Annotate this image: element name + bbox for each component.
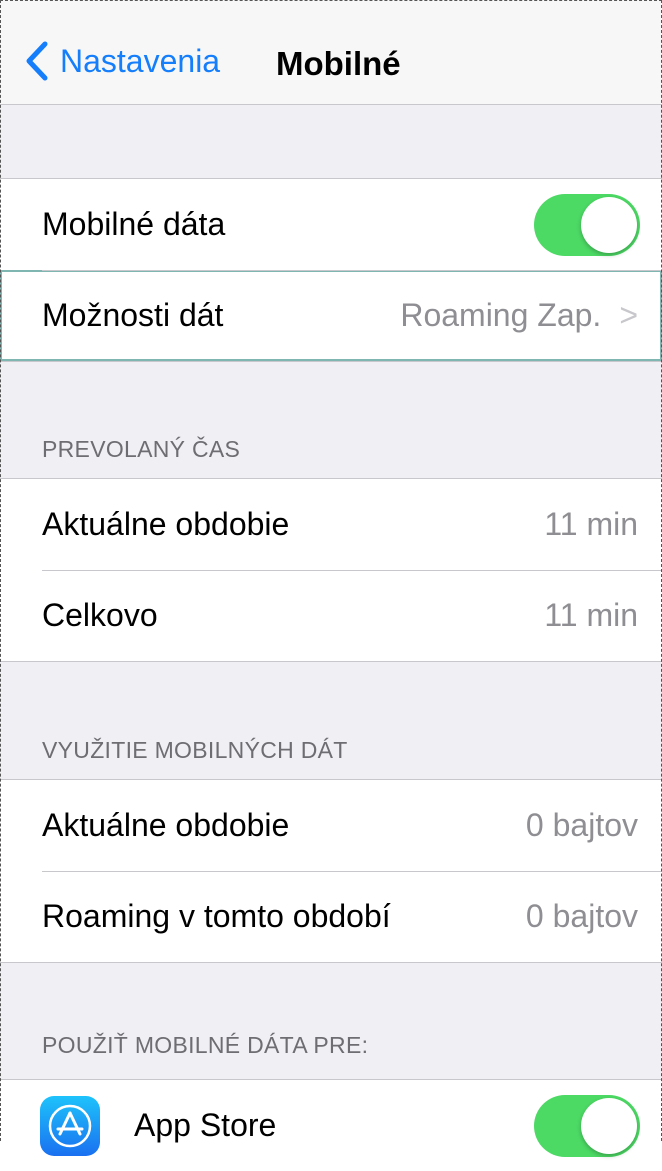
app-store-row: App Store [0,1080,662,1171]
call-time-total-label: Celkovo [42,597,158,633]
list-item: Celkovo 11 min [0,570,662,661]
data-options-value: Roaming Zap. > [400,297,638,333]
toggle-knob [581,196,637,253]
call-time-current-label: Aktuálne obdobie [42,506,290,542]
call-time-total-value: 11 min [544,597,638,633]
mobile-data-label: Mobilné dáta [42,206,226,242]
chevron-left-icon [26,41,48,81]
back-button[interactable]: Nastavenia [24,36,220,86]
app-store-toggle[interactable] [534,1094,640,1157]
use-for-group: App Store [0,1079,662,1171]
data-options-label: Možnosti dát [42,297,224,333]
data-usage-roaming-value: 0 bajtov [525,898,638,934]
list-item: Roaming v tomto období 0 bajtov [0,871,662,962]
toggle-knob [581,1097,637,1154]
data-usage-roaming-label: Roaming v tomto období [42,898,391,934]
data-usage-current-label: Aktuálne obdobie [42,807,290,843]
app-store-label: App Store [134,1107,277,1143]
back-button-label: Nastavenia [60,42,221,79]
list-item: Aktuálne obdobie 0 bajtov [0,780,662,871]
mobile-data-row: Mobilné dáta [0,179,662,270]
use-for-header: POUŽIŤ MOBILNÉ DÁTA PRE: [42,1032,369,1058]
app-store-icon [40,1095,100,1156]
chevron-right-icon: > [619,297,638,333]
list-item: Aktuálne obdobie 11 min [0,479,662,570]
call-time-header: PREVOLANÝ ČAS [42,436,241,462]
page-title: Mobilné [276,45,401,82]
navigation-bar: Nastavenia Mobilné [0,0,662,105]
mobile-data-group: Mobilné dáta Možnosti dát Roaming Zap. > [0,178,662,362]
call-time-group: Aktuálne obdobie 11 min Celkovo 11 min [0,478,662,662]
call-time-current-value: 11 min [544,506,638,542]
data-usage-group: Aktuálne obdobie 0 bajtov Roaming v tomt… [0,779,662,963]
data-usage-current-value: 0 bajtov [525,807,638,843]
data-options-row[interactable]: Možnosti dát Roaming Zap. > [0,270,662,361]
data-usage-header: VYUŽITIE MOBILNÝCH DÁT [42,737,348,763]
mobile-data-toggle[interactable] [534,193,640,256]
